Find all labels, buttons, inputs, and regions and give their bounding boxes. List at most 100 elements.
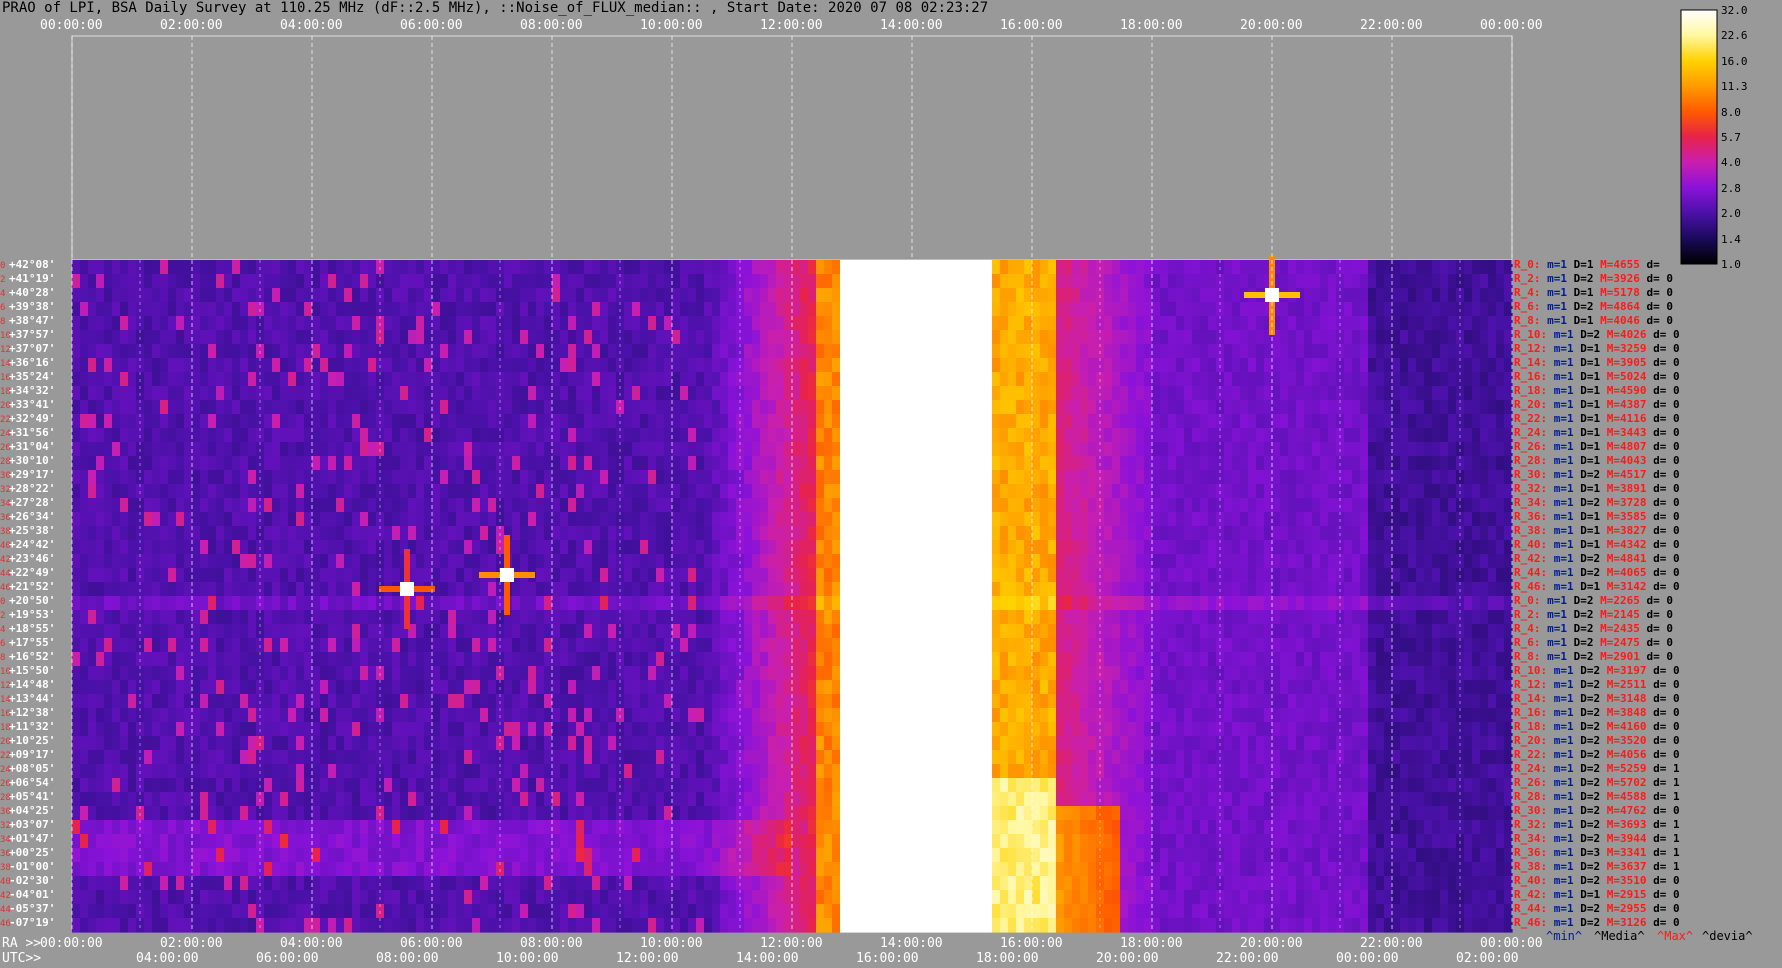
heatmap-cell bbox=[760, 582, 769, 597]
heatmap-cell bbox=[640, 652, 649, 667]
heatmap-cell bbox=[184, 918, 193, 933]
heatmap-cell bbox=[96, 750, 105, 765]
heatmap-cell bbox=[840, 834, 849, 849]
heatmap-cell bbox=[344, 596, 353, 611]
heatmap-cell bbox=[544, 792, 553, 807]
heatmap-cell bbox=[88, 498, 97, 513]
heatmap-cell bbox=[672, 386, 681, 401]
heatmap-cell bbox=[360, 498, 369, 513]
heatmap-cell bbox=[896, 512, 905, 527]
heatmap-cell bbox=[440, 288, 449, 303]
heatmap-cell bbox=[208, 484, 217, 499]
heatmap-cell bbox=[80, 638, 89, 653]
heatmap-cell bbox=[768, 274, 777, 289]
heatmap-cell bbox=[464, 288, 473, 303]
heatmap-cell bbox=[648, 610, 657, 625]
heatmap-cell bbox=[408, 316, 417, 331]
heatmap-cell bbox=[128, 330, 137, 345]
heatmap-cell bbox=[784, 848, 793, 863]
heatmap-cell bbox=[744, 540, 753, 555]
heatmap-cell bbox=[448, 316, 457, 331]
heatmap-cell bbox=[744, 806, 753, 821]
heatmap-cell bbox=[672, 512, 681, 527]
heatmap-cell bbox=[848, 316, 857, 331]
heatmap-cell bbox=[296, 316, 305, 331]
heatmap-cell bbox=[288, 484, 297, 499]
heatmap-cell bbox=[896, 414, 905, 429]
heatmap-cell bbox=[816, 666, 825, 681]
heatmap-cell bbox=[704, 498, 713, 513]
heatmap-cell bbox=[88, 316, 97, 331]
heatmap-cell bbox=[776, 918, 785, 933]
heatmap-cell bbox=[72, 596, 81, 611]
heatmap-cell bbox=[696, 484, 705, 499]
heatmap-cell bbox=[592, 610, 601, 625]
heatmap-cell bbox=[800, 330, 809, 345]
heatmap-cell bbox=[120, 582, 129, 597]
heatmap-cell bbox=[312, 918, 321, 933]
heatmap-cell bbox=[592, 750, 601, 765]
heatmap-cell bbox=[664, 680, 673, 695]
heatmap-cell bbox=[368, 876, 377, 891]
heatmap-cell bbox=[896, 288, 905, 303]
heatmap-cell bbox=[552, 414, 561, 429]
heatmap-cell bbox=[224, 862, 233, 877]
heatmap-cell bbox=[96, 428, 105, 443]
heatmap-cell bbox=[624, 778, 633, 793]
heatmap-cell bbox=[480, 260, 489, 275]
heatmap-cell bbox=[80, 666, 89, 681]
heatmap-cell bbox=[224, 750, 233, 765]
heatmap-cell bbox=[480, 302, 489, 317]
heatmap-cell bbox=[304, 456, 313, 471]
heatmap-cell bbox=[176, 484, 185, 499]
heatmap-cell bbox=[816, 876, 825, 891]
heatmap-cell bbox=[280, 764, 289, 779]
heatmap-cell bbox=[120, 540, 129, 555]
heatmap-cell bbox=[480, 694, 489, 709]
heatmap-cell bbox=[240, 526, 249, 541]
heatmap-cell bbox=[640, 596, 649, 611]
heatmap-cell bbox=[632, 442, 641, 457]
heatmap-cell bbox=[560, 834, 569, 849]
heatmap-cell bbox=[80, 442, 89, 457]
heatmap-cell bbox=[344, 708, 353, 723]
heatmap-cell bbox=[320, 456, 329, 471]
heatmap-cell bbox=[808, 470, 817, 485]
heatmap-cell bbox=[840, 358, 849, 373]
heatmap-cell bbox=[520, 792, 529, 807]
heatmap-cell bbox=[352, 904, 361, 919]
heatmap-cell bbox=[648, 288, 657, 303]
heatmap-cell bbox=[216, 792, 225, 807]
heatmap-cell bbox=[72, 876, 81, 891]
heatmap-cell bbox=[552, 736, 561, 751]
heatmap-cell bbox=[368, 918, 377, 933]
heatmap-cell bbox=[520, 904, 529, 919]
heatmap-cell bbox=[112, 904, 121, 919]
heatmap-cell bbox=[216, 708, 225, 723]
heatmap-cell bbox=[696, 498, 705, 513]
heatmap-cell bbox=[896, 428, 905, 443]
heatmap-cell bbox=[472, 358, 481, 373]
heatmap-cell bbox=[872, 414, 881, 429]
heatmap-cell bbox=[480, 400, 489, 415]
heatmap-cell bbox=[568, 456, 577, 471]
heatmap-cell bbox=[896, 568, 905, 583]
heatmap-cell bbox=[792, 554, 801, 569]
heatmap-cell bbox=[264, 638, 273, 653]
heatmap-cell bbox=[160, 260, 169, 275]
heatmap-cell bbox=[840, 386, 849, 401]
heatmap-cell bbox=[360, 330, 369, 345]
heatmap-cell bbox=[320, 274, 329, 289]
heatmap-cell bbox=[816, 638, 825, 653]
heatmap-cell bbox=[400, 876, 409, 891]
heatmap-cell bbox=[552, 750, 561, 765]
heatmap-cell bbox=[504, 806, 513, 821]
heatmap-cell bbox=[208, 652, 217, 667]
heatmap-cell bbox=[336, 820, 345, 835]
heatmap-cell bbox=[752, 680, 761, 695]
heatmap-cell bbox=[840, 736, 849, 751]
heatmap-cell bbox=[552, 820, 561, 835]
heatmap-cell bbox=[152, 596, 161, 611]
heatmap-cell bbox=[632, 694, 641, 709]
heatmap-cell bbox=[272, 526, 281, 541]
